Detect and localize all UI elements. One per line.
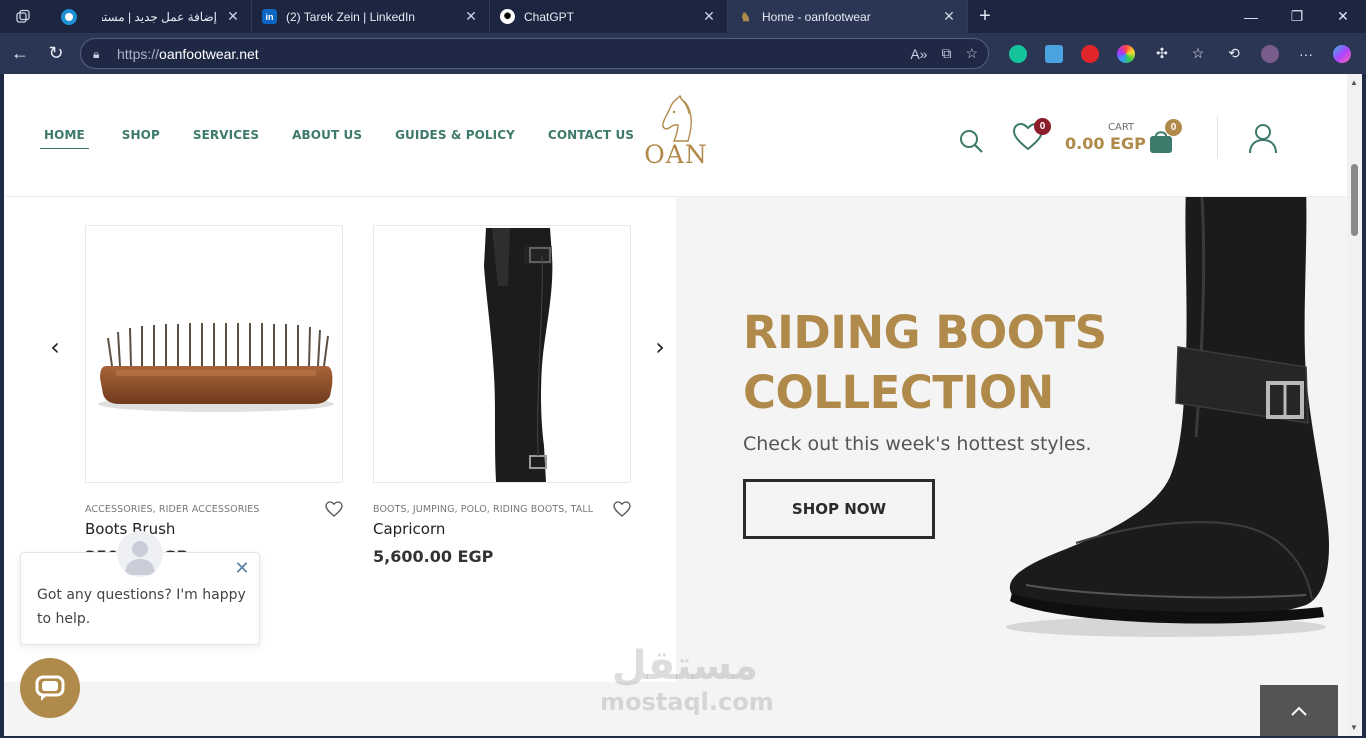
wishlist-count-badge: 0 bbox=[1034, 118, 1051, 135]
hero-subtitle: Check out this week's hottest styles. bbox=[743, 433, 1092, 455]
edge-sidebar-icon[interactable] bbox=[46, 0, 92, 33]
chat-message: Got any questions? I'm happy to help. bbox=[37, 587, 246, 627]
cart-label: CART bbox=[1108, 122, 1135, 133]
tab-oanfootwear[interactable]: ♞ Home - oanfootwear ✕ bbox=[728, 0, 968, 33]
hero-title-line-1: RIDING BOOTS bbox=[743, 306, 1107, 359]
search-icon[interactable] bbox=[958, 128, 984, 154]
close-icon[interactable]: ✕ bbox=[233, 559, 251, 577]
profile-avatar[interactable] bbox=[1252, 44, 1288, 63]
product-card[interactable]: ACCESSORIES, RIDER ACCESSORIES Boots Bru… bbox=[85, 225, 343, 566]
close-window-icon[interactable]: ✕ bbox=[1320, 0, 1366, 33]
scrollbar-thumb[interactable] bbox=[1351, 164, 1358, 236]
close-tab-icon[interactable]: ✕ bbox=[701, 8, 717, 25]
menu-guides-policy[interactable]: GUIDES & POLICY bbox=[395, 128, 515, 149]
hero-title: RIDING BOOTS COLLECTION bbox=[743, 303, 1163, 423]
menu-home[interactable]: HOME bbox=[40, 128, 89, 149]
mostaql-watermark: مستقل mostaql.com bbox=[600, 643, 774, 716]
product-categories[interactable]: BOOTS, JUMPING, POLO, RIDING BOOTS, TALL bbox=[373, 504, 599, 515]
product-image-boot[interactable] bbox=[373, 225, 631, 483]
extension-blue-icon[interactable] bbox=[1036, 44, 1072, 63]
back-to-top-button[interactable] bbox=[1260, 685, 1338, 736]
product-card[interactable]: BOOTS, JUMPING, POLO, RIDING BOOTS, TALL… bbox=[373, 225, 631, 566]
browser-tab-bar: إضافة عمل جديد | مستقل ✕ in (2) Tarek Ze… bbox=[0, 0, 1366, 33]
read-aloud-icon[interactable]: A» bbox=[910, 46, 927, 62]
site-header: HOME SHOP SERVICES ABOUT US GUIDES & POL… bbox=[4, 74, 1347, 197]
close-tab-icon[interactable]: ✕ bbox=[225, 8, 241, 25]
url-host: oanfootwear.net bbox=[159, 45, 259, 62]
oan-horse-icon: ♞ bbox=[740, 9, 751, 24]
web-page: HOME SHOP SERVICES ABOUT US GUIDES & POL… bbox=[4, 74, 1347, 736]
tab-mostaql[interactable]: إضافة عمل جديد | مستقل ✕ bbox=[92, 0, 252, 33]
chat-agent-avatar bbox=[117, 531, 163, 577]
favorites-icon[interactable]: ☆ bbox=[1180, 45, 1216, 62]
address-bar[interactable]: 🔒︎ https://oanfootwear.net A» ⧉ ☆ bbox=[80, 38, 989, 69]
workspaces-icon[interactable] bbox=[0, 0, 46, 33]
logo-text: OAN bbox=[644, 140, 708, 169]
product-name[interactable]: Capricorn bbox=[373, 520, 631, 538]
product-name[interactable]: Boots Brush bbox=[85, 520, 343, 538]
menu-contact-us[interactable]: CONTACT US bbox=[548, 128, 634, 149]
main-menu: HOME SHOP SERVICES ABOUT US GUIDES & POL… bbox=[40, 128, 667, 149]
address-toolbar: ← ↻ 🔒︎ https://oanfootwear.net A» ⧉ ☆ ✣ … bbox=[0, 33, 1366, 74]
user-account-icon[interactable] bbox=[1248, 122, 1278, 154]
linkedin-icon: in bbox=[262, 9, 277, 24]
watermark-arabic: مستقل bbox=[611, 643, 759, 689]
tab-linkedin[interactable]: in (2) Tarek Zein | LinkedIn ✕ bbox=[252, 0, 490, 33]
page-scrollbar[interactable]: ▲ ▼ bbox=[1347, 74, 1362, 736]
menu-services[interactable]: SERVICES bbox=[193, 128, 259, 149]
cart-count-badge: 0 bbox=[1165, 119, 1182, 136]
restore-icon[interactable]: ❐ bbox=[1274, 0, 1320, 33]
minimize-icon[interactable]: — bbox=[1228, 0, 1274, 33]
app-available-icon[interactable]: ⧉ bbox=[941, 45, 951, 62]
more-menu-icon[interactable]: ··· bbox=[1288, 46, 1324, 62]
chevron-up-icon bbox=[1291, 706, 1307, 716]
carousel-next-arrow-icon[interactable]: › bbox=[650, 333, 670, 361]
carousel-prev-arrow-icon[interactable]: ‹ bbox=[45, 333, 65, 361]
refresh-icon[interactable]: ↻ bbox=[38, 36, 74, 72]
header-divider bbox=[1217, 116, 1218, 158]
history-icon[interactable]: ⟲ bbox=[1216, 45, 1252, 62]
tab-title: Home - oanfootwear bbox=[762, 9, 871, 24]
close-tab-icon[interactable]: ✕ bbox=[463, 8, 479, 25]
window-controls: — ❐ ✕ bbox=[1228, 0, 1366, 33]
add-to-wishlist-heart-icon[interactable] bbox=[325, 501, 343, 517]
extensions-icon[interactable]: ✣ bbox=[1144, 45, 1180, 62]
horse-head-icon bbox=[662, 94, 692, 142]
hero-banner: RIDING BOOTS COLLECTION Check out this we… bbox=[676, 197, 1347, 682]
hero-title-line-2: COLLECTION bbox=[743, 366, 1054, 419]
menu-shop[interactable]: SHOP bbox=[122, 128, 160, 149]
add-to-wishlist-heart-icon[interactable] bbox=[613, 501, 631, 517]
cart-amount[interactable]: 0.00 EGP bbox=[1065, 134, 1146, 153]
menu-about-us[interactable]: ABOUT US bbox=[292, 128, 362, 149]
back-icon[interactable]: ← bbox=[2, 36, 38, 72]
tab-title: (2) Tarek Zein | LinkedIn bbox=[286, 9, 415, 24]
adblock-icon[interactable] bbox=[1072, 44, 1108, 63]
url-scheme: https:// bbox=[117, 45, 160, 62]
watermark-latin: mostaql.com bbox=[600, 688, 774, 716]
tab-title: إضافة عمل جديد | مستقل bbox=[102, 9, 217, 24]
site-logo[interactable]: OAN bbox=[640, 94, 712, 176]
extensions-bar: ✣ ☆ ⟲ ··· bbox=[1000, 33, 1360, 74]
product-price: 5,600.00 EGP bbox=[373, 547, 494, 566]
chatgpt-icon: ✺ bbox=[500, 9, 515, 24]
copilot-icon[interactable] bbox=[1324, 44, 1360, 63]
lock-icon[interactable]: 🔒︎ bbox=[93, 47, 107, 61]
product-image-brush[interactable] bbox=[85, 225, 343, 483]
scroll-up-icon[interactable]: ▲ bbox=[1350, 78, 1358, 87]
new-tab-button[interactable]: + bbox=[968, 0, 1002, 33]
grammarly-icon[interactable] bbox=[1000, 44, 1036, 63]
favorite-star-icon[interactable]: ☆ bbox=[965, 45, 978, 62]
tab-title: ChatGPT bbox=[524, 9, 575, 24]
product-categories[interactable]: ACCESSORIES, RIDER ACCESSORIES bbox=[85, 504, 311, 515]
tab-chatgpt[interactable]: ✺ ChatGPT ✕ bbox=[490, 0, 728, 33]
chat-launcher-button[interactable] bbox=[20, 658, 80, 718]
close-tab-icon[interactable]: ✕ bbox=[941, 8, 957, 25]
shop-now-button[interactable]: SHOP NOW bbox=[743, 479, 935, 539]
chat-bubble-icon bbox=[35, 675, 65, 701]
scroll-down-icon[interactable]: ▼ bbox=[1350, 723, 1358, 732]
color-picker-icon[interactable] bbox=[1108, 44, 1144, 63]
